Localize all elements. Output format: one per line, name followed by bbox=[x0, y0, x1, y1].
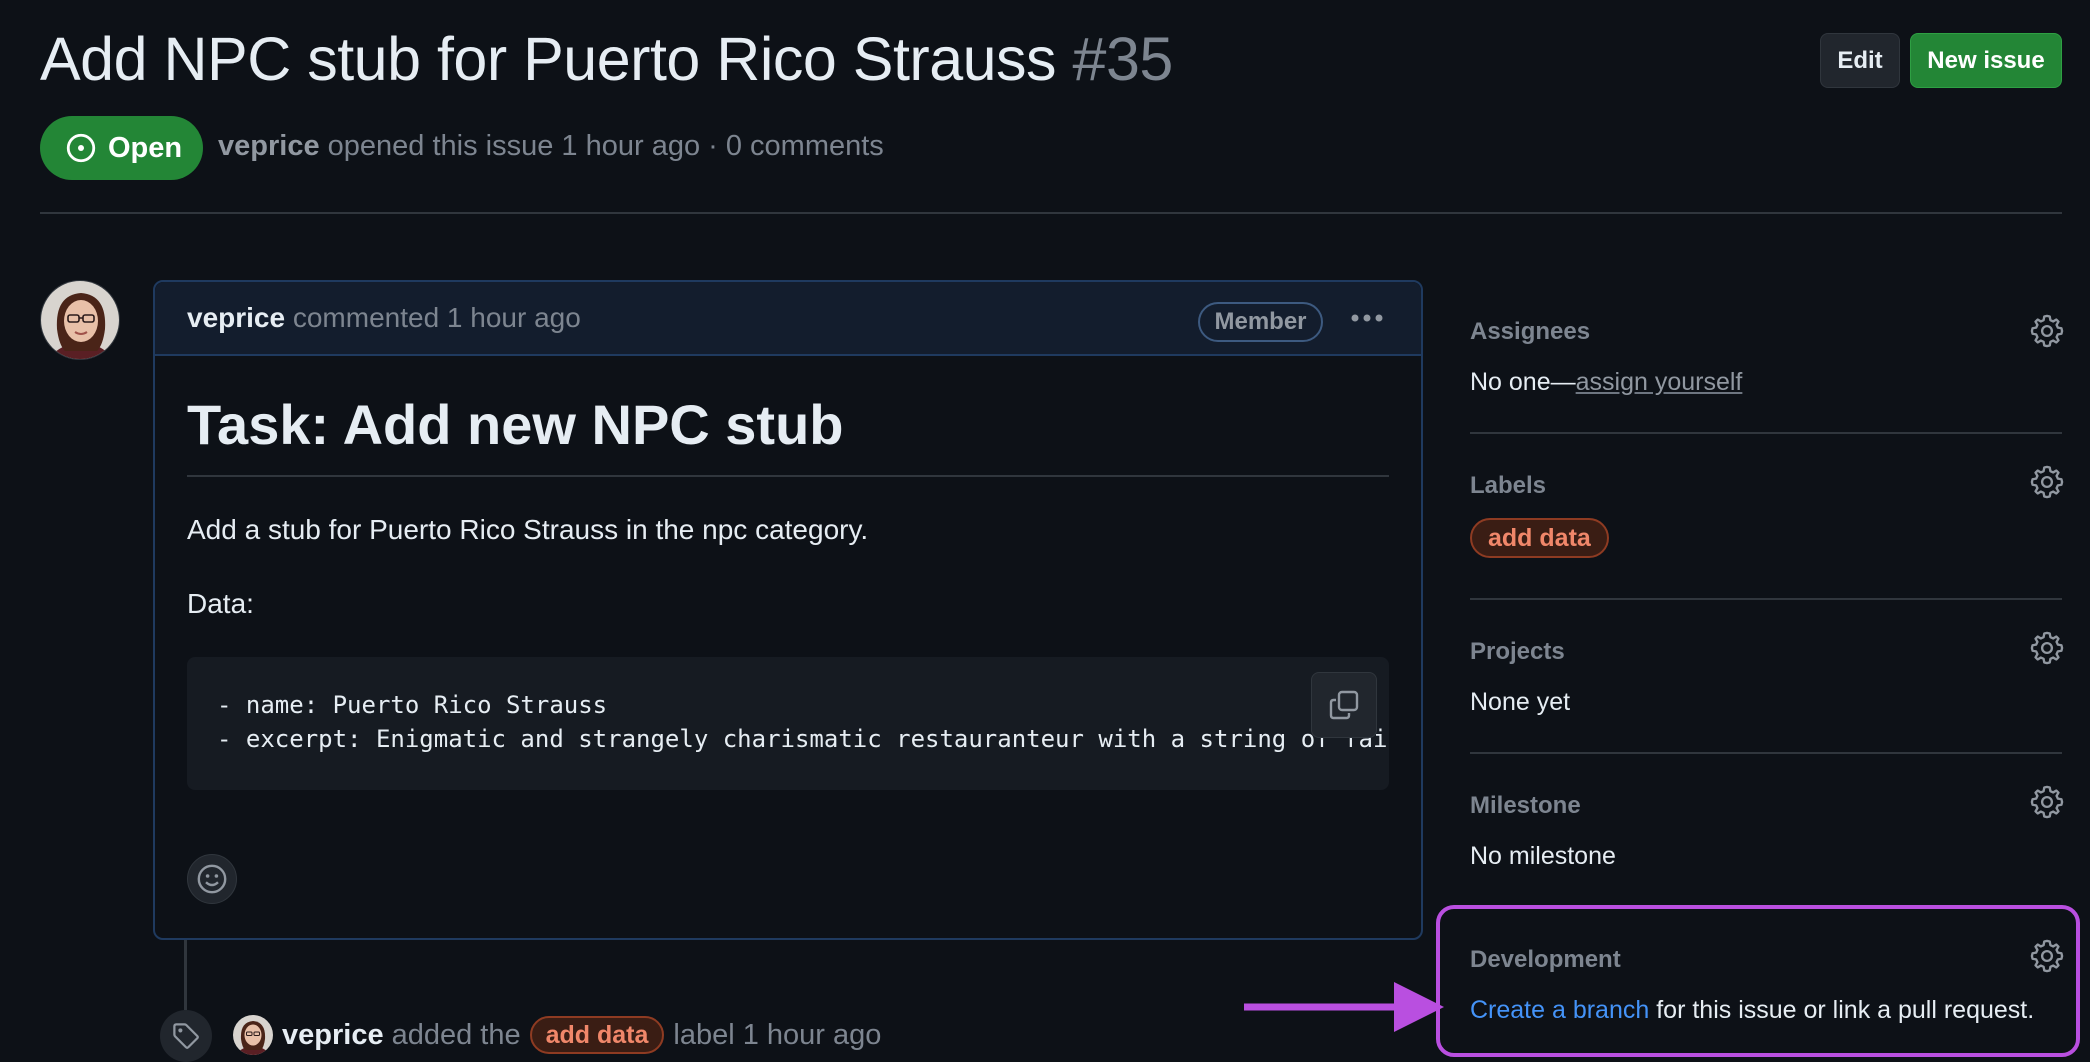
development-value: Create a branch for this issue or link a… bbox=[1470, 996, 2034, 1025]
header-divider bbox=[40, 212, 2062, 214]
issue-title-text: Add NPC stub for Puerto Rico Strauss bbox=[40, 25, 1057, 93]
comment-options-button[interactable] bbox=[1343, 296, 1391, 340]
heading-divider bbox=[187, 475, 1389, 477]
timeline-event-badge bbox=[160, 1010, 212, 1062]
kebab-horizontal-icon bbox=[1351, 314, 1383, 322]
milestone-gear-icon[interactable] bbox=[2030, 785, 2064, 819]
comment-data-label: Data: bbox=[187, 588, 254, 619]
projects-value: None yet bbox=[1470, 688, 1571, 716]
assign-yourself-link[interactable]: assign yourself bbox=[1576, 368, 1743, 396]
status-label: Open bbox=[108, 131, 183, 164]
comment-timestamp[interactable]: commented 1 hour ago bbox=[293, 302, 581, 333]
edit-button[interactable]: Edit bbox=[1820, 33, 1900, 88]
development-gear-icon[interactable] bbox=[2030, 939, 2064, 973]
new-issue-button[interactable]: New issue bbox=[1910, 33, 2062, 88]
issue-meta-text: opened this issue 1 hour ago · 0 comment… bbox=[327, 130, 884, 162]
assignees-value: No one—assign yourself bbox=[1470, 368, 1742, 397]
timeline-label-pill[interactable]: add data bbox=[529, 1016, 665, 1054]
copy-icon bbox=[1329, 690, 1359, 720]
timeline-event-text: veprice added the add data label 1 hour … bbox=[282, 1016, 881, 1054]
assignees-gear-icon[interactable] bbox=[2030, 314, 2064, 348]
avatar-image bbox=[41, 281, 119, 359]
projects-gear-icon[interactable] bbox=[2030, 631, 2064, 665]
issue-author-link[interactable]: veprice bbox=[218, 130, 320, 162]
timeline-line bbox=[184, 940, 187, 1010]
comment-header: veprice commented 1 hour ago Member bbox=[155, 282, 1421, 356]
code-block[interactable]: - name: Puerto Rico Strauss - excerpt: E… bbox=[187, 657, 1389, 790]
projects-heading[interactable]: Projects bbox=[1470, 638, 1565, 666]
labels-heading[interactable]: Labels bbox=[1470, 472, 1546, 500]
comment-author-line: veprice commented 1 hour ago bbox=[187, 302, 581, 334]
issue-open-icon bbox=[66, 133, 96, 163]
comment-card: veprice commented 1 hour ago Member Task… bbox=[153, 280, 1423, 940]
development-rest-text: for this issue or link a pull request. bbox=[1649, 996, 2035, 1024]
milestone-value: No milestone bbox=[1470, 842, 1616, 870]
add-reaction-button[interactable] bbox=[187, 854, 237, 904]
comment-heading: Task: Add new NPC stub bbox=[187, 393, 844, 456]
sidebar-label-pill[interactable]: add data bbox=[1470, 518, 1609, 558]
create-branch-link[interactable]: Create a branch bbox=[1470, 996, 1649, 1024]
tag-icon bbox=[173, 1023, 199, 1049]
labels-gear-icon[interactable] bbox=[2030, 465, 2064, 499]
issue-meta: veprice opened this issue 1 hour ago · 0… bbox=[218, 130, 884, 163]
assignees-heading[interactable]: Assignees bbox=[1470, 318, 1590, 346]
development-highlight-box bbox=[1436, 905, 2080, 1057]
avatar-image bbox=[233, 1015, 273, 1055]
member-badge: Member bbox=[1198, 302, 1323, 342]
comment-paragraph: Add a stub for Puerto Rico Strauss in th… bbox=[187, 514, 869, 545]
annotation-arrow-icon bbox=[1244, 982, 1444, 1032]
comment-author-link[interactable]: veprice bbox=[187, 302, 285, 333]
issue-number: #35 bbox=[1072, 25, 1174, 93]
avatar[interactable] bbox=[40, 280, 120, 360]
assignees-none-text: No one— bbox=[1470, 368, 1576, 396]
sidebar-divider bbox=[1470, 598, 2062, 600]
issue-title: Add NPC stub for Puerto Rico Strauss #35 bbox=[40, 24, 1173, 94]
development-heading[interactable]: Development bbox=[1470, 946, 1621, 974]
timeline-avatar[interactable] bbox=[233, 1015, 273, 1055]
status-badge: Open bbox=[40, 116, 203, 180]
copy-button[interactable] bbox=[1311, 672, 1377, 738]
timeline-action-text: added the bbox=[391, 1018, 521, 1051]
smiley-icon bbox=[197, 864, 227, 894]
sidebar-divider bbox=[1470, 432, 2062, 434]
code-line: - excerpt: Enigmatic and strangely chari… bbox=[217, 725, 1389, 753]
code-line: - name: Puerto Rico Strauss bbox=[217, 691, 608, 719]
milestone-heading[interactable]: Milestone bbox=[1470, 792, 1581, 820]
timeline-author-link[interactable]: veprice bbox=[282, 1019, 384, 1052]
sidebar-divider bbox=[1470, 752, 2062, 754]
timeline-after-text: label 1 hour ago bbox=[673, 1018, 882, 1051]
